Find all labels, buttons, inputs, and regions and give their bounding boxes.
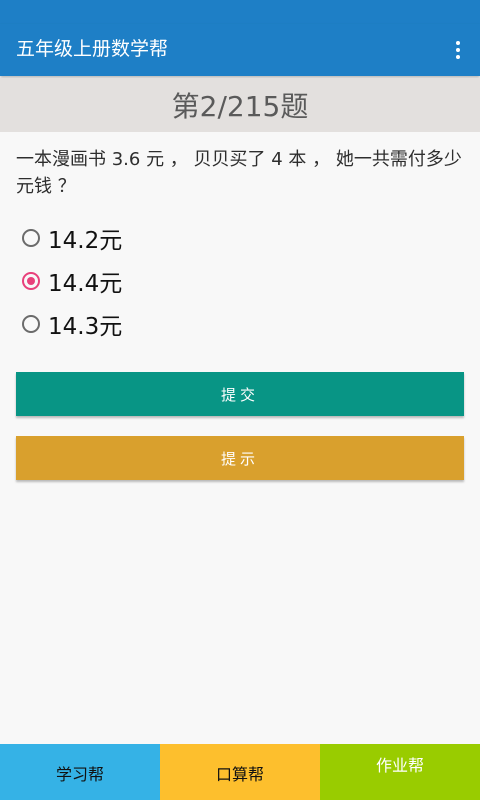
app-title: 五年级上册数学帮	[16, 38, 169, 60]
submit-button[interactable]: 提交	[16, 372, 464, 416]
hint-button[interactable]: 提示	[16, 436, 464, 480]
nav-item-mental-math[interactable]: 口算帮	[160, 744, 320, 800]
answer-option-label: 14.4元	[48, 270, 123, 297]
answer-option-label: 14.2元	[48, 227, 123, 254]
more-vert-dot	[456, 55, 460, 59]
answer-option-1[interactable]: 14.2元	[20, 216, 460, 259]
question-number: 第2/215题	[171, 90, 309, 123]
answer-option-label: 14.3元	[48, 313, 123, 340]
more-vert-icon[interactable]	[446, 38, 470, 62]
nav-item-homework[interactable]: 作业帮	[320, 744, 480, 800]
nav-item-study[interactable]: 学习帮	[0, 744, 160, 800]
answer-options: 14.2元 14.4元 14.3元	[20, 216, 460, 345]
answer-option-3[interactable]: 14.3元	[20, 302, 460, 345]
radio-button[interactable]	[22, 228, 40, 247]
more-vert-dot	[456, 41, 460, 45]
radio-button-selected[interactable]	[22, 271, 40, 290]
radio-button[interactable]	[22, 314, 40, 333]
status-bar	[0, 0, 480, 24]
app-bar: 五年级上册数学帮	[0, 24, 480, 76]
question-text: 一本漫画书 3.6 元 ， 贝贝买了 4 本 ， 她一共需付多少元钱 ？	[16, 149, 462, 197]
bottom-navigation: 学习帮 口算帮 作业帮	[0, 744, 480, 800]
answer-option-2[interactable]: 14.4元	[20, 259, 460, 302]
more-vert-dot	[456, 48, 460, 52]
question-header: 第2/215题	[0, 78, 480, 132]
app-root: 五年级上册数学帮 第2/215题 一本漫画书 3.6 元 ， 贝贝买了 4 本 …	[0, 0, 480, 800]
